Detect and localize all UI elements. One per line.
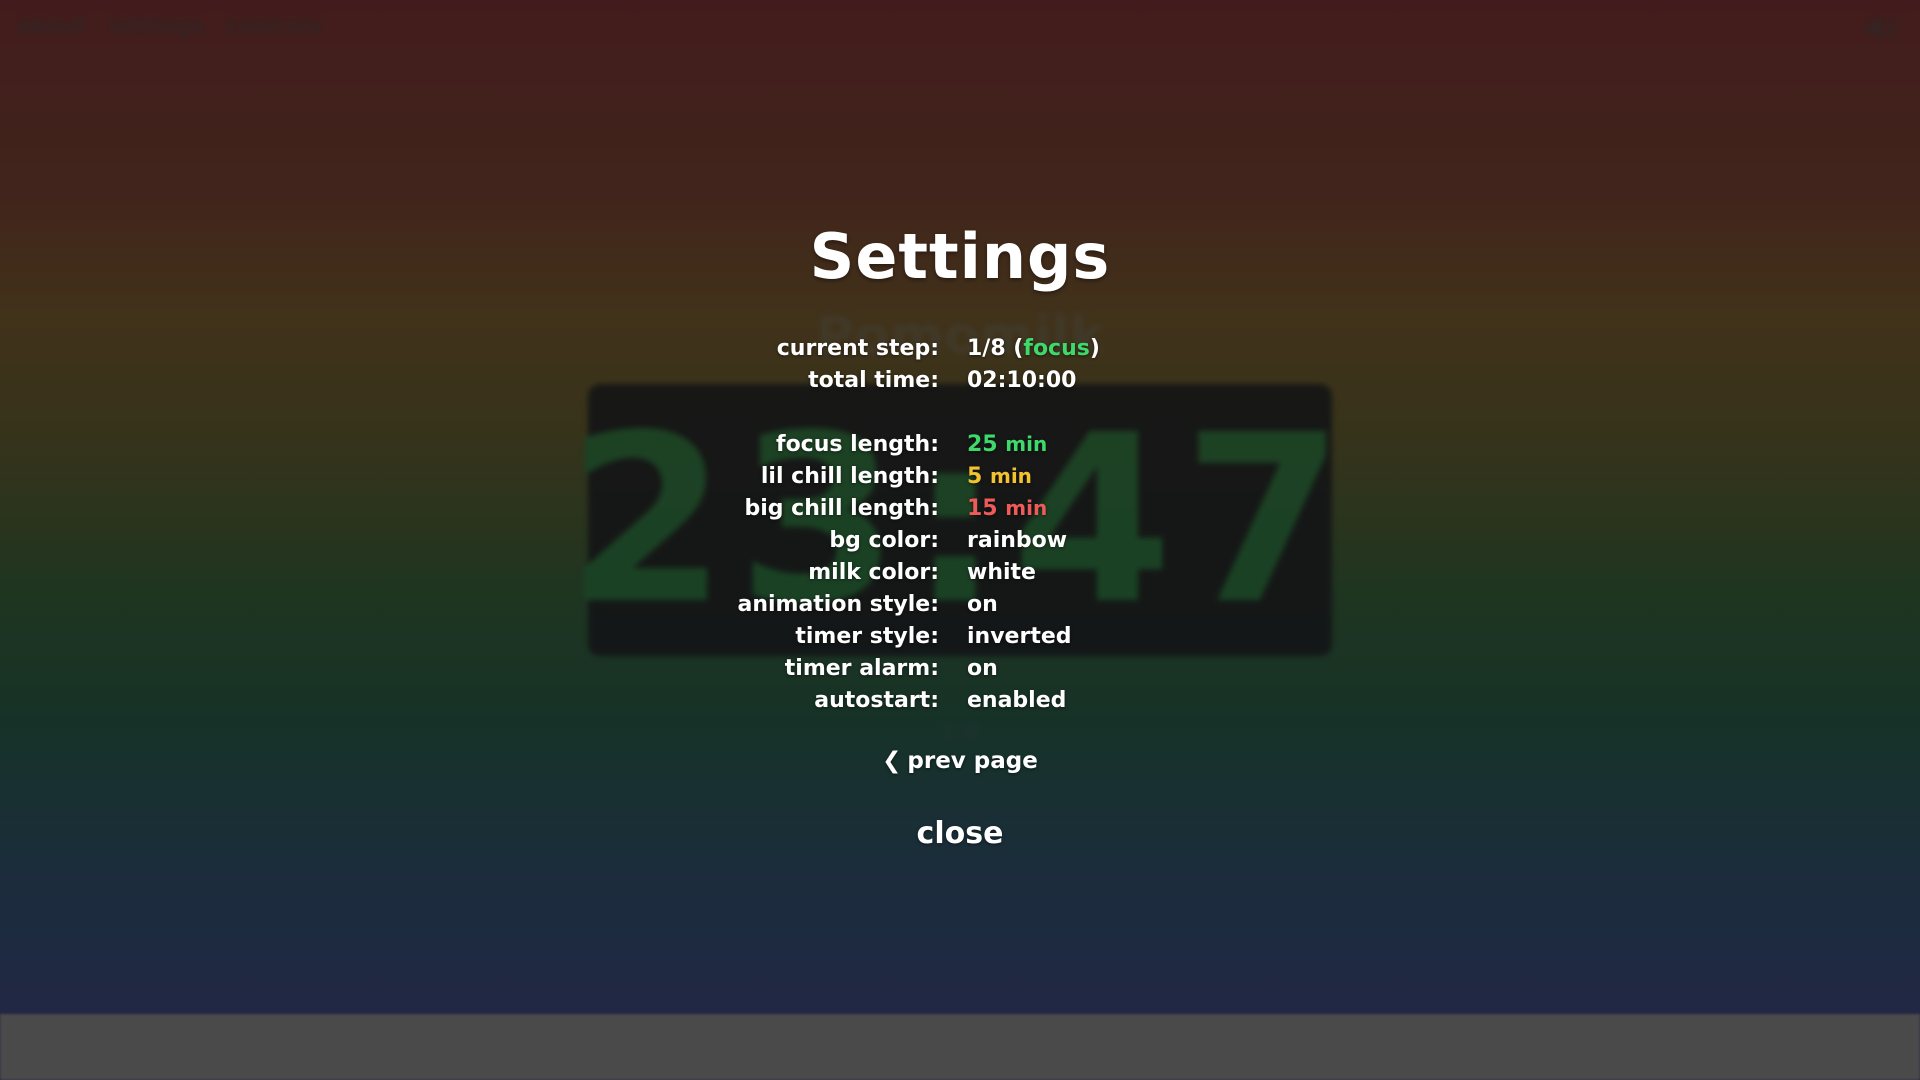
timer-style-label: timer style: <box>795 623 939 649</box>
animation-style-value[interactable]: on <box>953 592 998 617</box>
prev-page-label: prev page <box>907 748 1038 774</box>
prev-page-button[interactable]: ❮ prev page <box>0 748 1920 774</box>
current-step-value: 1/8 (focus) <box>953 336 1100 361</box>
focus-length-value[interactable]: 25 min <box>953 432 1047 457</box>
bg-color-value[interactable]: rainbow <box>953 528 1067 553</box>
big-chill-unit: min <box>1005 495 1048 520</box>
timer-alarm-row[interactable]: timer alarm: on <box>0 652 1920 684</box>
lil-chill-label: lil chill length: <box>760 463 939 489</box>
total-time-label: total time: <box>808 367 939 393</box>
current-step-count: 1/8 ( <box>967 335 1024 361</box>
animation-style-label: animation style: <box>737 591 939 617</box>
timer-alarm-value[interactable]: on <box>953 656 998 681</box>
autostart-row[interactable]: autostart: enabled <box>0 684 1920 716</box>
current-step-label: current step: <box>776 335 939 361</box>
timer-alarm-label: timer alarm: <box>784 655 939 681</box>
milk-color-row[interactable]: milk color: white <box>0 556 1920 588</box>
current-step-phase: focus <box>1023 335 1090 361</box>
timer-style-value[interactable]: inverted <box>953 624 1072 649</box>
focus-length-unit: min <box>1005 431 1048 456</box>
lil-chill-row[interactable]: lil chill length: 5 min <box>0 460 1920 492</box>
settings-modal: Settings current step: 1/8 (focus) total… <box>0 0 1920 1080</box>
big-chill-label: big chill length: <box>744 495 939 521</box>
bg-color-label: bg color: <box>829 527 939 553</box>
lil-chill-number: 5 <box>967 463 983 489</box>
autostart-label: autostart: <box>814 687 939 713</box>
chevron-left-icon: ❮ <box>882 748 902 774</box>
focus-length-row[interactable]: focus length: 25 min <box>0 428 1920 460</box>
big-chill-row[interactable]: big chill length: 15 min <box>0 492 1920 524</box>
bg-color-row[interactable]: bg color: rainbow <box>0 524 1920 556</box>
milk-color-value[interactable]: white <box>953 560 1036 585</box>
timer-style-row[interactable]: timer style: inverted <box>0 620 1920 652</box>
milk-color-label: milk color: <box>808 559 939 585</box>
settings-list: current step: 1/8 (focus) total time: 02… <box>0 332 1920 716</box>
current-step-close: ) <box>1089 335 1100 361</box>
big-chill-value[interactable]: 15 min <box>953 496 1047 521</box>
total-time-value: 02:10:00 <box>967 367 1077 393</box>
autostart-value[interactable]: enabled <box>953 688 1066 713</box>
focus-length-label: focus length: <box>776 431 939 457</box>
focus-length-number: 25 <box>967 431 998 457</box>
lil-chill-unit: min <box>989 463 1032 488</box>
close-button[interactable]: close <box>0 816 1920 851</box>
big-chill-number: 15 <box>967 495 998 521</box>
lil-chill-value[interactable]: 5 min <box>953 464 1032 489</box>
current-step-row: current step: 1/8 (focus) <box>0 332 1920 364</box>
animation-style-row[interactable]: animation style: on <box>0 588 1920 620</box>
settings-title: Settings <box>809 220 1111 293</box>
total-time-row: total time: 02:10:00 <box>0 364 1920 396</box>
row-spacer <box>0 396 1920 428</box>
